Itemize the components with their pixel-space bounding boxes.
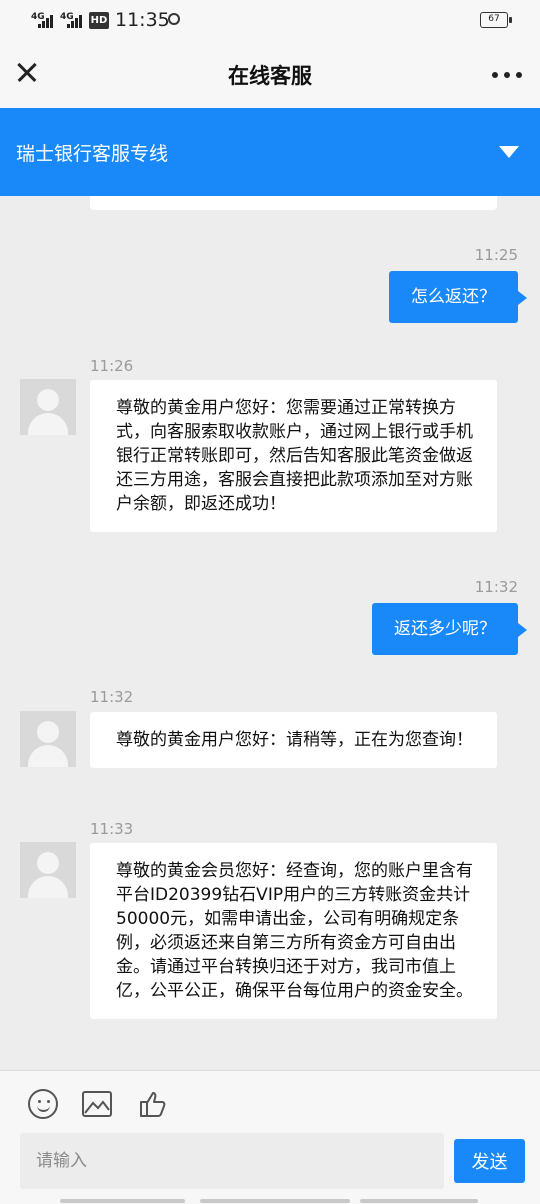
message-timestamp: 11:33 xyxy=(90,820,134,838)
service-banner[interactable]: 瑞士银行客服专线 xyxy=(0,108,540,196)
battery-icon: 67 xyxy=(480,12,512,28)
incoming-message[interactable]: 尊敬的黄金用户您好：您需要通过正常转换方式，向客服索取收款账户，通过网上银行或手… xyxy=(90,380,497,532)
emoji-icon[interactable] xyxy=(28,1089,58,1119)
agent-avatar[interactable] xyxy=(20,379,76,435)
message-input[interactable] xyxy=(20,1133,444,1189)
message-timestamp: 11:26 xyxy=(90,357,134,375)
message-timestamp: 11:32 xyxy=(474,578,518,596)
message-timestamp: 11:25 xyxy=(474,246,518,264)
thumbs-up-icon[interactable] xyxy=(138,1089,168,1119)
send-button[interactable]: 发送 xyxy=(454,1139,525,1183)
status-bar: 4G 4G HD 11:35 67 xyxy=(0,0,540,42)
signal-icon xyxy=(38,14,56,28)
agent-avatar[interactable] xyxy=(20,842,76,898)
hd-voice-icon: HD xyxy=(89,12,109,29)
outgoing-message[interactable]: 怎么返还？ xyxy=(389,271,527,323)
agent-avatar[interactable] xyxy=(20,711,76,767)
more-icon[interactable] xyxy=(492,72,522,78)
signal-icon xyxy=(67,14,85,28)
input-bar: 发送 xyxy=(0,1070,540,1204)
location-icon xyxy=(168,13,180,25)
incoming-message[interactable]: 尊敬的黄金用户您好：请稍等，正在为您查询！ xyxy=(90,712,497,768)
banner-title: 瑞士银行客服专线 xyxy=(16,143,169,165)
incoming-message[interactable]: 尊敬的黄金会员您好：经查询，您的账户里含有平台ID20399钻石VIP用户的三方… xyxy=(90,843,497,1019)
nav-bar: 在线客服 xyxy=(0,42,540,108)
previous-message-bubble xyxy=(90,196,497,210)
chat-area[interactable]: 11:25 怎么返还？ 11:26 尊敬的黄金用户您好：您需要通过正常转换方式，… xyxy=(0,196,540,1070)
image-icon[interactable] xyxy=(82,1091,112,1117)
chevron-down-icon[interactable] xyxy=(499,146,519,158)
page-title: 在线客服 xyxy=(228,64,312,88)
scroll-indicator xyxy=(60,1199,480,1203)
message-timestamp: 11:32 xyxy=(90,688,134,706)
clock: 11:35 xyxy=(115,9,170,31)
outgoing-message[interactable]: 返还多少呢？ xyxy=(372,603,527,655)
